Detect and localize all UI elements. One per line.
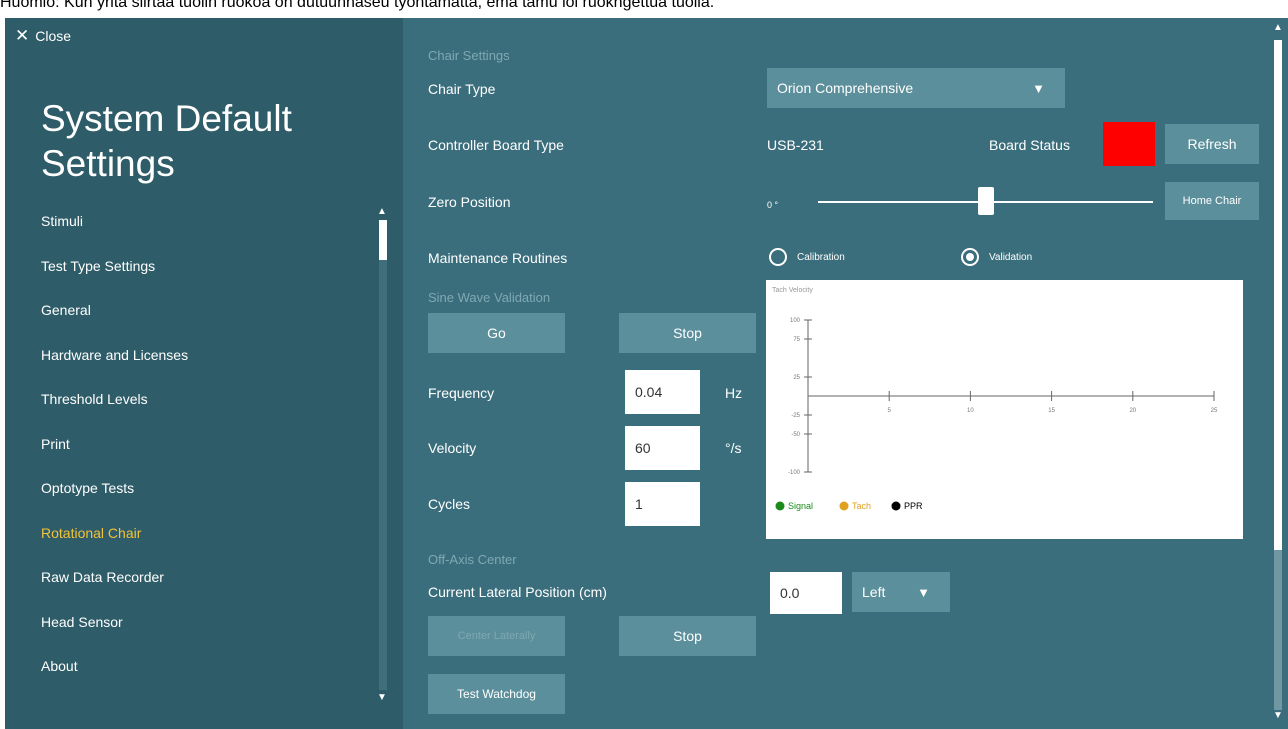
y-tick-label: -50 [791,432,800,438]
y-tick-label: 25 [793,375,800,381]
controller-board-label: Controller Board Type [428,137,564,153]
y-tick-label: 100 [790,318,801,324]
board-status-indicator [1103,122,1155,166]
chair-type-value: Orion Comprehensive [777,80,914,96]
x-tick-label: 25 [1211,408,1218,414]
velocity-label: Velocity [428,440,477,456]
test-watchdog-button[interactable]: Test Watchdog [428,674,565,714]
stop-lateral-button[interactable]: Stop [619,616,756,656]
frequency-input[interactable] [625,370,700,414]
velocity-input[interactable] [625,426,700,470]
app-window: ✕ Close System Default Settings Stimuli T… [5,18,1288,729]
legend-dot-tach [839,501,849,511]
legend-label-tach: Tach [852,501,871,511]
main-panel: Chair Settings Chair Type Orion Comprehe… [403,18,1288,729]
warning-banner: Huomio: Kun yritä siirtää tuolin ruokoa … [0,0,715,11]
sidebar-item-raw-data-recorder[interactable]: Raw Data Recorder [41,567,188,612]
radio-calibration[interactable]: Calibration [769,248,845,266]
radio-validation[interactable]: Validation [961,248,1032,266]
lateral-side-dropdown[interactable]: Left ▼ [852,572,950,612]
chair-settings-header: Chair Settings [428,48,510,63]
sidebar-nav: Stimuli Test Type Settings General Hardware… [41,211,188,701]
cycles-input[interactable] [625,482,700,526]
home-chair-button[interactable]: Home Chair [1165,182,1259,220]
x-tick-label: 5 [888,408,892,414]
scrollbar-thumb[interactable] [1274,40,1282,550]
radio-calibration-label: Calibration [797,251,845,263]
y-tick-label: -25 [791,413,800,419]
sidebar-item-head-sensor[interactable]: Head Sensor [41,612,188,657]
sidebar-item-hardware-and-licenses[interactable]: Hardware and Licenses [41,345,188,390]
legend-dot-signal [775,501,785,511]
frequency-label: Frequency [428,385,495,401]
chevron-down-icon: ▼ [1032,80,1045,96]
y-tick-label: 75 [793,337,800,343]
scroll-down-icon[interactable]: ▼ [1273,710,1283,721]
refresh-button[interactable]: Refresh [1165,124,1259,164]
sidebar-item-stimuli[interactable]: Stimuli [41,211,188,256]
lateral-position-label: Current Lateral Position (cm) [428,584,607,600]
chart-svg: Tach Velocity 100 75 25 -25 -50 -100 5 10 15 20 25 S… [772,287,1218,511]
chevron-down-icon: ▼ [917,584,930,600]
frequency-unit: Hz [725,385,743,401]
radio-circle-icon [961,248,979,266]
lateral-position-input[interactable] [770,572,842,614]
tach-velocity-chart: Tach Velocity 100 75 25 -25 -50 -100 5 10 15 20 25 S… [766,280,1243,539]
sine-wave-header: Sine Wave Validation [428,290,551,305]
y-tick-label: -100 [788,470,801,476]
sidebar-item-threshold-levels[interactable]: Threshold Levels [41,389,188,434]
center-laterally-button[interactable]: Center Laterally [428,616,565,656]
chair-type-label: Chair Type [428,81,496,97]
scroll-up-icon[interactable]: ▲ [1273,22,1283,33]
zero-position-value: 0 ° [767,200,779,210]
zero-position-label: Zero Position [428,194,511,210]
sidebar-item-test-type-settings[interactable]: Test Type Settings [41,256,188,301]
sidebar: ✕ Close System Default Settings Stimuli T… [5,18,403,729]
velocity-unit: °/s [725,440,742,456]
radio-validation-label: Validation [989,251,1033,263]
sidebar-item-optotype-tests[interactable]: Optotype Tests [41,478,188,523]
chair-type-dropdown[interactable]: Orion Comprehensive ▼ [767,68,1065,108]
main-scrollbar[interactable]: ▲ ▼ [1270,18,1286,729]
page-title: System Default Settings [41,98,292,184]
go-button[interactable]: Go [428,313,565,353]
close-label: Close [35,28,72,44]
legend-label-signal: Signal [788,501,813,511]
x-tick-label: 10 [967,408,974,414]
chart-title: Tach Velocity [772,287,813,294]
cycles-label: Cycles [428,496,471,512]
board-status-label: Board Status [989,137,1070,153]
sidebar-item-print[interactable]: Print [41,434,188,479]
scrollbar-thumb[interactable] [379,220,387,260]
close-button[interactable]: ✕ Close [15,26,72,45]
legend-label-ppr: PPR [904,501,923,511]
x-tick-label: 20 [1129,408,1136,414]
sidebar-item-general[interactable]: General [41,300,188,345]
controller-board-value: USB-231 [767,137,824,153]
zero-position-slider-thumb[interactable] [977,187,994,215]
close-icon: ✕ [15,26,30,45]
legend-dot-ppr [891,501,901,511]
stop-button[interactable]: Stop [619,313,756,353]
scroll-down-icon[interactable]: ▼ [377,692,387,703]
x-tick-label: 15 [1048,408,1055,414]
radio-circle-icon [769,248,787,266]
sidebar-scrollbar[interactable]: ▲ ▼ [375,206,391,706]
sidebar-item-rotational-chair[interactable]: Rotational Chair [41,523,188,568]
lateral-side-value: Left [862,584,886,600]
scroll-up-icon[interactable]: ▲ [377,206,387,217]
maintenance-routines-label: Maintenance Routines [428,250,568,266]
scrollbar-track[interactable] [379,220,387,690]
sidebar-item-about[interactable]: About [41,656,188,701]
off-axis-header: Off-Axis Center [428,552,517,567]
